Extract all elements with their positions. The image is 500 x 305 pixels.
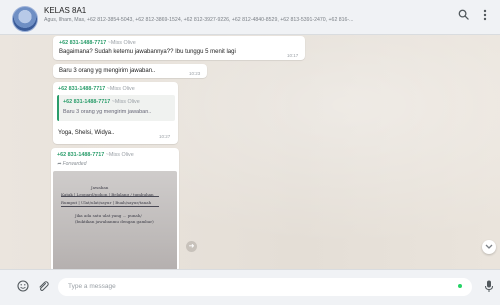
message-bubble[interactable]: Baru 3 orang yg mengirim jawaban.. 10:23 bbox=[53, 64, 207, 78]
search-icon[interactable] bbox=[456, 9, 470, 23]
quoted-sender: +62 831-1488-7717 ~Miss Olive bbox=[63, 99, 140, 105]
emoji-icon[interactable] bbox=[16, 280, 30, 294]
message-time: 10:17 bbox=[287, 53, 299, 58]
microphone-icon[interactable] bbox=[482, 280, 496, 294]
forwarded-label: ➦ Forwarded bbox=[57, 161, 87, 167]
online-dot bbox=[458, 284, 462, 288]
group-avatar[interactable] bbox=[12, 6, 38, 32]
group-members[interactable]: Agus, Ilham, Mas, +62 812-3854-5043, +62… bbox=[44, 17, 434, 23]
message-sender[interactable]: +62 831-1488-7717 ~Miss Olive bbox=[58, 86, 135, 92]
message-bubble[interactable]: +62 831-1488-7717 ~Miss Olive Bagaimana?… bbox=[53, 36, 305, 60]
quoted-text: Baru 3 orang yg mengirim jawaban.. bbox=[63, 109, 152, 115]
photo-text-line: Rumput | Ulat/ulat/sayur | Buah/sayur/ta… bbox=[61, 200, 152, 205]
group-name[interactable]: KELAS 8A1 bbox=[44, 6, 86, 15]
message-time: 10:27 bbox=[159, 134, 171, 139]
photo-rule bbox=[61, 206, 159, 207]
message-text: Baru 3 orang yg mengirim jawaban.. bbox=[59, 68, 156, 74]
more-vertical-icon[interactable] bbox=[478, 9, 492, 23]
message-time: 10:23 bbox=[189, 71, 201, 76]
photo-text-line: Jawaban bbox=[91, 185, 109, 190]
message-text: Yoga, Shelsi, Widya.. bbox=[58, 130, 115, 136]
chat-header: KELAS 8A1 Agus, Ilham, Mas, +62 812-3854… bbox=[0, 0, 500, 35]
message-composer: Type a message bbox=[0, 269, 500, 305]
message-sender[interactable]: +62 831-1488-7717 ~Miss Olive bbox=[59, 40, 136, 46]
message-input-placeholder: Type a message bbox=[68, 283, 116, 290]
quoted-message[interactable]: +62 831-1488-7717 ~Miss Olive Baru 3 ora… bbox=[57, 95, 175, 121]
message-input[interactable]: Type a message bbox=[58, 278, 472, 296]
forward-icon: ➦ bbox=[57, 161, 62, 167]
paperclip-icon[interactable] bbox=[36, 280, 50, 294]
forward-share-icon[interactable]: ➜ bbox=[186, 241, 197, 252]
photo-text-line: Jika ada satu ulat yang ... punah/ bbox=[75, 213, 142, 218]
message-text: Bagaimana? Sudah ketemu jawabannya?? Ibu… bbox=[59, 49, 236, 55]
photo-text-line: (buktikan jawabanmu dengan gambar) bbox=[75, 219, 154, 224]
chevron-down-icon[interactable] bbox=[482, 240, 496, 254]
forwarded-photo[interactable]: Jawaban Katak | Leopard/pohon | Belalang… bbox=[53, 171, 177, 272]
photo-text-line: Katak | Leopard/pohon | Belalang / tumbu… bbox=[61, 192, 154, 197]
message-sender[interactable]: +62 831-1488-7717 ~Miss Olive bbox=[57, 152, 134, 158]
message-bubble[interactable]: +62 831-1488-7717 ~Miss Olive +62 831-14… bbox=[53, 82, 178, 144]
